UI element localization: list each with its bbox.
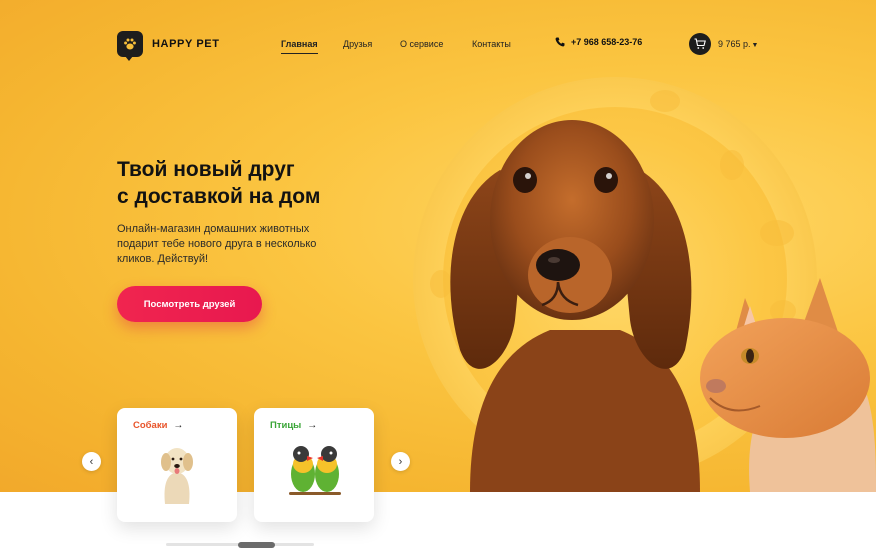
chevron-right-icon: › [398,455,403,468]
dog-image [450,120,700,492]
brand-name: HAPPY PET [152,38,220,50]
category-title-birds: Птицы → [270,420,317,431]
brand-logo[interactable]: HAPPY PET [117,31,220,61]
phone-number: +7 968 658-23-76 [571,37,643,47]
carousel-scrollbar-thumb[interactable] [238,542,275,548]
nav-item-friends[interactable]: Друзья [343,39,372,49]
category-label-birds: Птицы [270,420,302,431]
cart-icon [694,38,706,49]
cart-total-value: 9 765 р. [718,39,751,49]
nav-item-contacts[interactable]: Контакты [472,39,511,49]
category-label-dogs: Собаки [133,420,168,431]
view-friends-button[interactable]: Посмотреть друзей [117,286,262,322]
category-card-birds[interactable]: Птицы → [254,408,374,522]
chevron-down-icon: ▼ [751,42,759,49]
cart[interactable]: 9 765 р.▼ [689,33,758,55]
birds-thumbnail [289,446,341,495]
arrow-right-icon: → [307,420,318,431]
nav-item-about[interactable]: О сервисе [400,39,443,49]
hero-subtitle: Онлайн-магазин домашних животных подарит… [117,223,317,265]
phone-contact[interactable]: +7 968 658-23-76 [555,37,642,47]
cart-button[interactable] [689,33,711,55]
carousel-next-button[interactable]: › [391,452,410,471]
chevron-left-icon: ‹ [89,455,94,468]
hero-title-line2: с доставкой на дом [117,185,321,208]
cart-total[interactable]: 9 765 р.▼ [718,39,758,49]
hero-title: Твой новый друг с доставкой на дом [117,156,437,210]
arrow-right-icon: → [173,420,184,431]
dog-thumbnail [161,448,193,504]
category-title-dogs: Собаки → [133,420,183,431]
cat-image [700,278,876,492]
carousel-prev-button[interactable]: ‹ [82,452,101,471]
hero-title-line1: Твой новый друг [117,158,295,181]
nav-item-home[interactable]: Главная [281,39,318,54]
phone-icon [555,37,565,47]
paw-icon [117,31,143,61]
category-card-dogs[interactable]: Собаки → [117,408,237,522]
